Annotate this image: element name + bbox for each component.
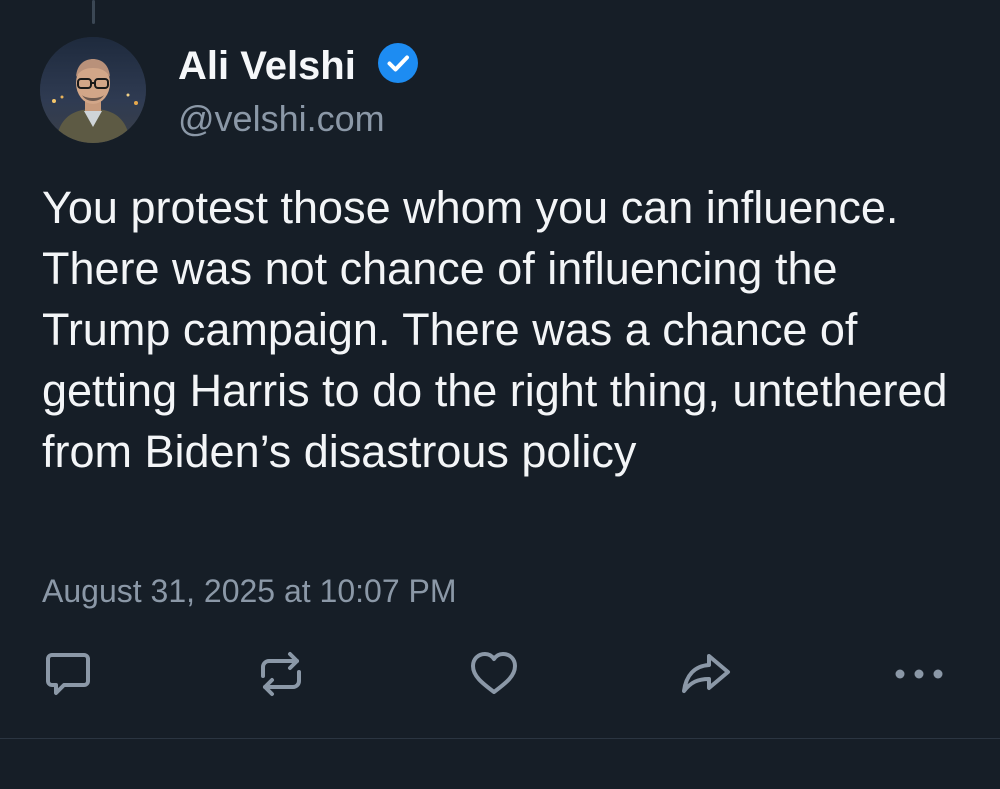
repost-button[interactable]	[255, 648, 307, 700]
post-divider	[0, 738, 1000, 739]
post-timestamp[interactable]: August 31, 2025 at 10:07 PM	[42, 570, 457, 612]
more-options-button[interactable]	[891, 648, 947, 700]
avatar[interactable]	[40, 37, 146, 143]
repost-arrows-icon	[261, 652, 301, 696]
speech-bubble-icon	[46, 653, 90, 695]
post-text: You protest those whom you can influence…	[42, 182, 948, 477]
thread-connector-line	[92, 0, 95, 24]
ellipsis-icon	[895, 669, 943, 679]
verified-badge-icon	[378, 43, 418, 83]
author-handle[interactable]: @velshi.com	[178, 96, 385, 142]
like-button[interactable]	[468, 648, 520, 700]
author-name[interactable]: Ali Velshi	[178, 40, 356, 92]
share-arrow-icon	[682, 654, 730, 693]
heart-icon	[471, 652, 517, 694]
reply-button[interactable]	[42, 648, 94, 700]
share-button[interactable]	[680, 648, 732, 700]
avatar-photo	[40, 37, 146, 143]
